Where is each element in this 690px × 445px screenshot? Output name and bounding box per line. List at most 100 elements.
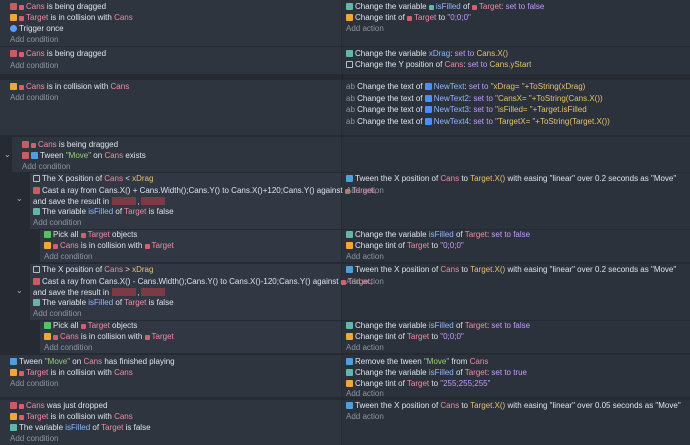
pick-all-icon (44, 231, 51, 238)
abc-icon: ab (346, 94, 355, 103)
tint-icon (346, 14, 353, 21)
variable-icon (10, 424, 17, 431)
object-icon (19, 404, 24, 409)
add-action-link[interactable]: Add action (346, 389, 384, 399)
event-9-action-3[interactable]: Change tint of Target to "255;255;255" (346, 379, 490, 389)
drop-icon (10, 402, 17, 409)
collision-icon (10, 413, 17, 420)
event-3-action-2[interactable]: ab Change the text of NewText2: set to "… (346, 94, 603, 104)
event-9-action-1[interactable]: Remove the tween "Move" from Cans (346, 357, 488, 367)
result-variable-box[interactable] (140, 288, 165, 296)
event-3-action-4[interactable]: ab Change the text of NewText4: set to "… (346, 117, 610, 127)
tween-icon (346, 402, 353, 409)
drag-icon (22, 152, 29, 159)
add-condition-link[interactable]: Add condition (33, 218, 81, 228)
result-variable-box[interactable] (112, 288, 137, 296)
object-icon (19, 16, 24, 21)
event-7-cond-3[interactable]: and save the result in , (33, 288, 166, 298)
collapse-chevron-icon[interactable]: ⌄ (16, 194, 23, 203)
event-7-cond-1[interactable]: The X position of Cans > xDrag (33, 265, 153, 275)
add-condition-link[interactable]: Add condition (22, 162, 70, 172)
event-8-cond-2[interactable]: Cans is in collision with Target (44, 332, 174, 342)
event-3-action-1[interactable]: ab Change the text of NewText: set to "x… (346, 82, 585, 92)
abc-icon: ab (346, 117, 355, 126)
event-4-actions[interactable] (342, 137, 690, 172)
event-9-action-2[interactable]: Change the variable isFilled of Target: … (346, 368, 527, 378)
event-2-action-2[interactable]: Change the Y position of Cans: set to Ca… (346, 60, 531, 70)
add-condition-link[interactable]: Add condition (10, 434, 58, 444)
add-action-link[interactable]: Add action (346, 412, 384, 422)
event-3-action-3[interactable]: ab Change the text of NewText3: set to "… (346, 105, 587, 115)
event-7-cond-2[interactable]: Cast a ray from Cans.X() - Cans.Width();… (33, 277, 372, 287)
event-10-action-1[interactable]: Tween the X position of Cans to Target.X… (346, 401, 681, 411)
tween-icon (31, 152, 38, 159)
event-5-cond-2[interactable]: Cast a ray from Cans.X() + Cans.Width();… (33, 186, 376, 196)
event-9-cond-2[interactable]: Target is in collision with Cans (10, 368, 133, 378)
event-5-cond-3[interactable]: and save the result in , (33, 197, 166, 207)
tween-icon (346, 175, 353, 182)
event-1-cond-3[interactable]: Trigger once (10, 24, 64, 34)
object-icon (53, 244, 58, 249)
object-icon (19, 85, 24, 90)
event-3-cond-1[interactable]: Cans is in collision with Cans (10, 82, 129, 92)
event-6-action-2[interactable]: Change tint of Target to "0;0;0" (346, 241, 464, 251)
event-7-cond-4[interactable]: The variable isFilled of Target is false (33, 298, 174, 308)
event-9-cond-1[interactable]: Tween "Move" on Cans has finished playin… (10, 357, 175, 367)
add-condition-link[interactable]: Add condition (10, 35, 58, 45)
add-condition-link[interactable]: Add condition (44, 343, 92, 353)
drag-icon (10, 50, 17, 57)
variable-icon (428, 5, 434, 10)
event-10-cond-3[interactable]: The variable isFilled of Target is false (10, 423, 151, 433)
add-condition-link[interactable]: Add condition (44, 252, 92, 262)
event-7-action-1[interactable]: Tween the X position of Cans to Target.X… (346, 265, 676, 275)
event-2-action-1[interactable]: Change the variable xDrag: set to Cans.X… (346, 49, 508, 59)
checkbox-icon (346, 61, 353, 68)
variable-icon (346, 322, 353, 329)
variable-icon (33, 299, 40, 306)
add-action-link[interactable]: Add action (346, 343, 384, 353)
event-5-action-1[interactable]: Tween the X position of Cans to Target.X… (346, 174, 676, 184)
event-1-cond-2[interactable]: Target is in collision with Cans (10, 13, 133, 23)
event-6-cond-2[interactable]: Cans is in collision with Target (44, 241, 174, 251)
add-condition-link[interactable]: Add condition (10, 61, 58, 71)
object-icon (19, 52, 24, 57)
collision-icon (10, 369, 17, 376)
drag-icon (10, 3, 17, 10)
event-1-cond-1[interactable]: Cans is being dragged (10, 2, 106, 12)
event-6-cond-1[interactable]: Pick all Target objects (44, 230, 137, 240)
event-5-cond-1[interactable]: The X position of Cans < xDrag (33, 174, 153, 184)
event-10-cond-2[interactable]: Target is in collision with Cans (10, 412, 133, 422)
event-10-cond-1[interactable]: Cans was just dropped (10, 401, 107, 411)
variable-icon (346, 231, 353, 238)
result-variable-box[interactable] (112, 197, 137, 205)
collapse-chevron-icon[interactable]: ⌄ (4, 150, 11, 159)
add-condition-link[interactable]: Add condition (33, 309, 81, 319)
event-5-cond-4[interactable]: The variable isFilled of Target is false (33, 207, 174, 217)
add-action-link[interactable]: Add action (346, 24, 384, 34)
add-action-link[interactable]: Add action (346, 252, 384, 262)
event-1-action-2[interactable]: Change tint of Target to "0;0;0" (346, 13, 471, 23)
abc-icon: ab (346, 105, 355, 114)
variable-icon (346, 50, 353, 57)
event-4-cond-1[interactable]: Cans is being dragged (22, 140, 118, 150)
text-object-icon (424, 106, 432, 113)
checkbox-icon (33, 266, 40, 273)
object-icon (19, 5, 24, 10)
event-4-cond-2[interactable]: Tween "Move" on Cans exists (22, 151, 146, 161)
text-object-icon (424, 95, 432, 102)
event-1-action-1[interactable]: Change the variable isFilled of Target: … (346, 2, 544, 12)
collapse-chevron-icon[interactable]: ⌄ (16, 286, 23, 295)
object-icon (80, 324, 86, 329)
add-condition-link[interactable]: Add condition (10, 93, 58, 103)
event-8-action-1[interactable]: Change the variable isFilled of Target: … (346, 321, 530, 331)
result-variable-box[interactable] (140, 197, 165, 205)
raycast-icon (33, 278, 40, 285)
add-condition-link[interactable]: Add condition (10, 379, 58, 389)
tween-icon (10, 358, 17, 365)
event-8-cond-1[interactable]: Pick all Target objects (44, 321, 137, 331)
event-6-action-1[interactable]: Change the variable isFilled of Target: … (346, 230, 530, 240)
event-2-cond-1[interactable]: Cans is being dragged (10, 49, 106, 59)
add-action-link[interactable]: Add action (346, 277, 384, 287)
add-action-link[interactable]: Add action (346, 186, 384, 196)
event-8-action-2[interactable]: Change tint of Target to "0;0;0" (346, 332, 464, 342)
